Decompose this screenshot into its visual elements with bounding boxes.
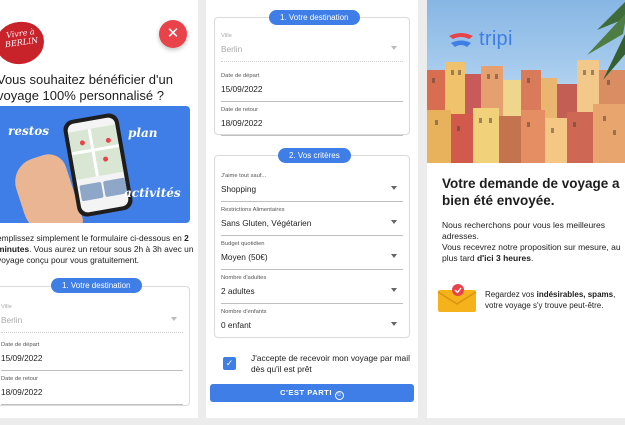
confirmation-screen: tripi Votre demande de voyage a bien été… bbox=[427, 0, 625, 418]
criteria-fieldset: J'aime tout sauf... Shopping Restriction… bbox=[214, 155, 410, 338]
form-intro-screen: Vivre à BERLIN ✕ Vous souhaitez bénéfici… bbox=[0, 0, 198, 418]
page-title: Vous souhaitez bénéficier d'un voyage 10… bbox=[0, 72, 173, 103]
chevron-down-icon bbox=[391, 254, 397, 258]
consent-checkbox[interactable]: ✓ bbox=[223, 357, 236, 370]
tripi-logo-icon bbox=[449, 33, 473, 47]
children-select[interactable]: Nombre d'enfants 0 enfant bbox=[221, 306, 403, 338]
chevron-down-icon bbox=[391, 322, 397, 326]
intro-text: emplissez simplement le formulaire ci-de… bbox=[0, 233, 194, 265]
consent-label: J'accepte de recevoir mon voyage par mai… bbox=[251, 353, 410, 374]
diet-select[interactable]: Restrictions Alimentaires Sans Gluten, V… bbox=[221, 204, 403, 236]
hero-photo: tripi bbox=[427, 0, 625, 163]
adults-select[interactable]: Nombre d'adultes 2 adultes bbox=[221, 272, 403, 304]
banner-word-restos: restos bbox=[8, 124, 50, 138]
section-label-destination: 1. Votre destination bbox=[51, 278, 142, 293]
banner-word-activites: activités bbox=[124, 186, 181, 200]
chevron-down-icon bbox=[171, 317, 177, 321]
chevron-down-icon bbox=[391, 220, 397, 224]
submit-button[interactable]: C'EST PARTI ☺ bbox=[210, 384, 414, 402]
dislike-select[interactable]: J'aime tout sauf... Shopping bbox=[221, 170, 403, 202]
spam-hint-text: Regardez vos indésirables, spams, votre … bbox=[485, 290, 616, 310]
departure-date-field[interactable]: Date de départ 15/09/2022 bbox=[221, 70, 403, 102]
return-date-field[interactable]: Date de retour 18/09/2022 bbox=[221, 104, 403, 136]
city-select[interactable]: Ville Berlin bbox=[1, 301, 183, 333]
close-button[interactable]: ✕ bbox=[159, 20, 187, 48]
palm-leaves-image bbox=[587, 2, 625, 80]
screens: Vivre à BERLIN ✕ Vous souhaitez bénéfici… bbox=[0, 0, 625, 425]
chevron-down-icon bbox=[391, 288, 397, 292]
city-select[interactable]: Ville Berlin bbox=[221, 30, 403, 62]
confirmation-title: Votre demande de voyage a bien été envoy… bbox=[442, 176, 620, 208]
section-label-destination: 1. Votre destination bbox=[269, 10, 360, 25]
confirmation-text: Nous recherchons pour vous les meilleure… bbox=[442, 220, 621, 263]
map-illustration bbox=[67, 124, 124, 181]
chevron-down-icon bbox=[391, 186, 397, 190]
section-label-criteria: 2. Vos critères bbox=[278, 148, 351, 163]
brand-name: tripi bbox=[479, 28, 513, 50]
check-icon: ✓ bbox=[225, 358, 234, 368]
close-icon: ✕ bbox=[166, 25, 180, 42]
return-date-field[interactable]: Date de retour 18/09/2022 bbox=[1, 373, 183, 405]
budget-select[interactable]: Budget quotidien Moyen (50€) bbox=[221, 238, 403, 270]
destination-fieldset: Ville Berlin Date de départ 15/09/2022 D… bbox=[214, 17, 410, 136]
form-criteria-screen: 1. Votre destination Ville Berlin Date d… bbox=[206, 0, 418, 418]
promo-banner: restos plan activités bbox=[0, 106, 190, 223]
envelope-icon bbox=[437, 284, 477, 312]
departure-date-field[interactable]: Date de départ 15/09/2022 bbox=[1, 339, 183, 371]
chevron-down-icon bbox=[391, 46, 397, 50]
smile-icon: ☺ bbox=[334, 391, 344, 400]
destination-fieldset: Ville Berlin Date de départ 15/09/2022 D… bbox=[0, 286, 190, 406]
banner-word-plan: plan bbox=[128, 126, 158, 140]
